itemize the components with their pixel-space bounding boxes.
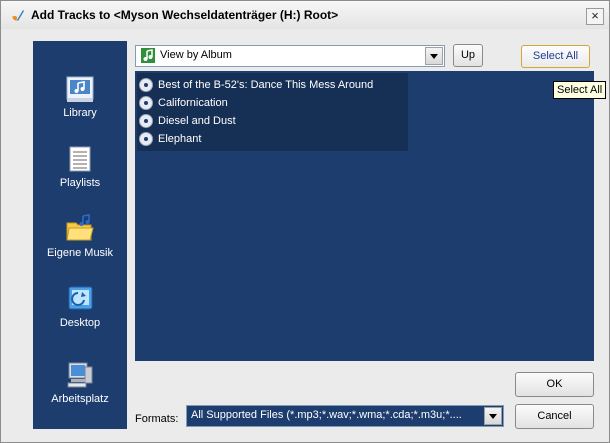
track-list[interactable]: Best of the B-52's: Dance This Mess Arou… (135, 71, 594, 361)
computer-icon (67, 362, 93, 388)
window-title: Add Tracks to <Myson Wechseldatenträger … (31, 8, 339, 22)
close-icon: × (591, 8, 599, 23)
view-by-select[interactable]: View by Album (135, 45, 445, 67)
cd-icon (139, 114, 153, 128)
select-all-tooltip: Select All (553, 81, 607, 99)
list-item-label: Diesel and Dust (158, 115, 236, 127)
cancel-button[interactable]: Cancel (515, 404, 594, 429)
place-playlists[interactable]: Playlists (33, 143, 127, 193)
formats-select[interactable]: All Supported Files (*.mp3;*.wav;*.wma;*… (186, 405, 504, 427)
formats-value: All Supported Files (*.mp3;*.wav;*.wma;*… (191, 409, 462, 421)
playlists-icon (69, 146, 91, 172)
desktop-icon (68, 286, 93, 310)
up-button[interactable]: Up (453, 44, 483, 67)
add-tracks-dialog: Add Tracks to <Myson Wechseldatenträger … (0, 0, 610, 443)
cd-icon (139, 96, 153, 110)
place-library[interactable]: Library (33, 73, 127, 123)
list-item-label: Elephant (158, 133, 202, 145)
close-button[interactable]: × (586, 8, 604, 25)
formats-label: Formats: (135, 413, 179, 425)
title-bar[interactable]: Add Tracks to <Myson Wechseldatenträger … (1, 1, 609, 29)
select-all-button[interactable]: Select All (521, 45, 590, 68)
view-by-value: View by Album (160, 49, 232, 61)
place-label: Library (63, 107, 97, 119)
place-arbeitsplatz[interactable]: Arbeitsplatz (33, 359, 127, 411)
cd-icon (139, 78, 153, 92)
place-label: Arbeitsplatz (51, 393, 109, 405)
app-logo-icon (12, 10, 24, 21)
library-icon (66, 76, 94, 102)
ok-button[interactable]: OK (515, 372, 594, 397)
places-sidebar: Library Playlists Eigene Musik Desktop A… (33, 41, 127, 429)
place-label: Desktop (59, 317, 101, 329)
music-folder-icon (66, 214, 94, 241)
place-label: Eigene Musik (46, 247, 114, 259)
cd-icon (139, 132, 153, 146)
list-item-label: Californication (158, 97, 228, 109)
place-label: Playlists (59, 177, 101, 189)
music-note-icon (141, 48, 155, 63)
place-desktop[interactable]: Desktop (33, 283, 127, 333)
list-item-label: Best of the B-52's: Dance This Mess Arou… (158, 79, 374, 91)
chevron-down-icon[interactable] (484, 407, 502, 425)
chevron-down-icon[interactable] (425, 47, 443, 65)
place-eigene-musik[interactable]: Eigene Musik (33, 213, 127, 263)
